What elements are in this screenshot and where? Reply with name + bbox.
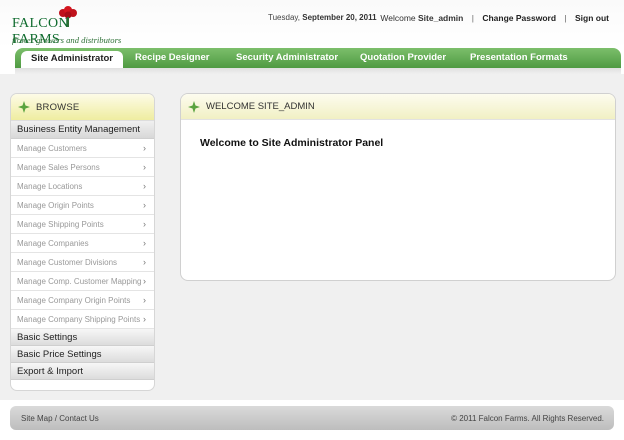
sidebar-item-label: Manage Locations: [17, 181, 83, 191]
chevron-right-icon: ›: [143, 276, 146, 286]
chevron-right-icon: ›: [143, 219, 146, 229]
chevron-right-icon: ›: [143, 200, 146, 210]
tab-site-administrator[interactable]: Site Administrator: [21, 51, 123, 68]
sidebar-item-label: Manage Companies: [17, 238, 89, 248]
chevron-right-icon: ›: [143, 314, 146, 324]
chevron-right-icon: ›: [143, 162, 146, 172]
sidebar-item-label: Manage Shipping Points: [17, 219, 104, 229]
sidebar-item-manage-customer-divisions[interactable]: Manage Customer Divisions ›: [11, 253, 154, 272]
username: Site_admin: [418, 13, 464, 23]
sidebar-item-manage-customers[interactable]: Manage Customers ›: [11, 139, 154, 158]
date-prefix: Tuesday,: [268, 13, 301, 22]
welcome-label: Welcome: [380, 13, 416, 23]
sidebar-item-manage-origin-points[interactable]: Manage Origin Points ›: [11, 196, 154, 215]
user-links: Welcome Site_admin | Change Password | S…: [380, 13, 609, 23]
sidebar-item-manage-shipping-points[interactable]: Manage Shipping Points ›: [11, 215, 154, 234]
sidebar-header: BROWSE: [11, 94, 154, 121]
sidebar-item-label: Manage Sales Persons: [17, 162, 100, 172]
current-date: Tuesday, September 20, 2011: [268, 13, 377, 22]
tab-security-administrator[interactable]: Security Administrator: [236, 52, 338, 63]
sidebar-item-manage-sales-persons[interactable]: Manage Sales Persons ›: [11, 158, 154, 177]
panel-title: WELCOME SITE_ADMIN: [206, 101, 315, 112]
chevron-right-icon: ›: [143, 257, 146, 267]
copyright: © 2011 Falcon Farms. All Rights Reserved…: [451, 414, 604, 423]
section-basic-price-settings[interactable]: Basic Price Settings: [11, 346, 154, 363]
sidebar-item-manage-company-shipping-points[interactable]: Manage Company Shipping Points ›: [11, 310, 154, 329]
section-basic-settings[interactable]: Basic Settings: [11, 329, 154, 346]
sidebar-item-manage-locations[interactable]: Manage Locations ›: [11, 177, 154, 196]
separator: |: [564, 13, 567, 23]
change-password-link[interactable]: Change Password: [482, 13, 556, 23]
footer: Site Map / Contact Us © 2011 Falcon Farm…: [10, 406, 614, 430]
tab-recipe-designer[interactable]: Recipe Designer: [135, 52, 209, 63]
main-nav: Site Administrator Recipe Designer Secur…: [15, 48, 621, 68]
chevron-right-icon: ›: [143, 295, 146, 305]
welcome-message: Welcome to Site Administrator Panel: [200, 137, 384, 149]
sidebar-item-label: Manage Customer Divisions: [17, 257, 118, 267]
header: FALCON FARMS flower growers and distribu…: [0, 0, 624, 48]
separator: |: [471, 13, 474, 23]
tab-presentation-formats[interactable]: Presentation Formats: [470, 52, 568, 63]
section-export-import[interactable]: Export & Import: [11, 363, 154, 380]
sidebar-item-label: Manage Company Origin Points: [17, 295, 131, 305]
browse-sidebar: BROWSE Business Entity Management Manage…: [10, 93, 155, 391]
sidebar-title: BROWSE: [36, 101, 80, 113]
sidebar-item-manage-comp-customer-mapping[interactable]: Manage Comp. Customer Mapping ›: [11, 272, 154, 291]
welcome-panel: WELCOME SITE_ADMIN Welcome to Site Admin…: [180, 93, 616, 281]
panel-header: WELCOME SITE_ADMIN: [181, 94, 615, 120]
logo-tagline: flower growers and distributors: [12, 35, 122, 45]
falcon-farms-logo[interactable]: FALCON FARMS flower growers and distribu…: [8, 4, 122, 47]
sign-out-link[interactable]: Sign out: [575, 13, 609, 23]
sidebar-item-manage-companies[interactable]: Manage Companies ›: [11, 234, 154, 253]
sidebar-item-label: Manage Customers: [17, 143, 87, 153]
tab-quotation-provider[interactable]: Quotation Provider: [360, 52, 446, 63]
section-business-entity-management[interactable]: Business Entity Management: [11, 121, 154, 139]
chevron-right-icon: ›: [143, 238, 146, 248]
site-map-contact-link[interactable]: Site Map / Contact Us: [21, 414, 99, 423]
date-value: September 20, 2011: [302, 13, 377, 22]
chevron-right-icon: ›: [143, 181, 146, 191]
sidebar-item-label: Manage Origin Points: [17, 200, 94, 210]
sidebar-item-manage-company-origin-points[interactable]: Manage Company Origin Points ›: [11, 291, 154, 310]
chevron-right-icon: ›: [143, 143, 146, 153]
sidebar-item-label: Manage Comp. Customer Mapping: [17, 276, 142, 286]
sidebar-item-label: Manage Company Shipping Points: [17, 314, 141, 324]
flower-logo-icon: [59, 6, 77, 27]
leaf-icon: [188, 100, 200, 113]
leaf-icon: [18, 101, 30, 113]
